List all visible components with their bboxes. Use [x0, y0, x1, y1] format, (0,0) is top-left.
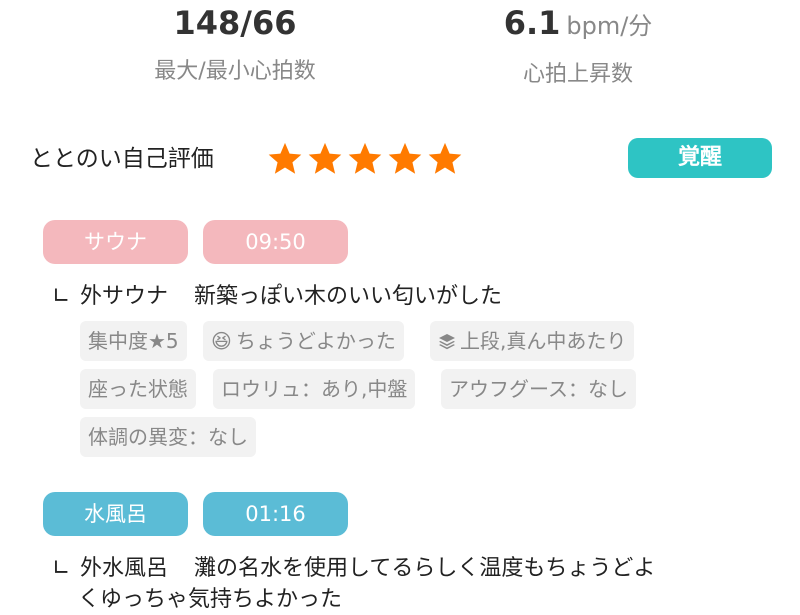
star-rating — [266, 140, 466, 178]
tag-condition: 体調の異変：なし — [80, 417, 256, 457]
heart-rate-rise-unit: bpm/分 — [566, 12, 653, 40]
sauna-description: 新築っぽい木のいい匂いがした — [194, 284, 503, 309]
sauna-time-pill: 09:50 — [203, 220, 348, 264]
tag-seat-position: 上段,真ん中あたり — [430, 321, 635, 361]
star-icon — [428, 142, 462, 174]
tag-temperature-feel: 😆 ちょうどよかった — [203, 321, 404, 361]
corner-arrow-icon: ∟ — [52, 556, 71, 581]
self-evaluation-row: ととのい自己評価 覚醒 — [30, 138, 772, 180]
tag-text: 上段,真ん中あたり — [460, 329, 627, 353]
water-bath-time-pill: 01:16 — [203, 492, 348, 536]
self-evaluation-label: ととのい自己評価 — [30, 146, 214, 172]
water-bath-category-pill: 水風呂 — [43, 492, 188, 536]
max-min-heart-rate-stat: 148/66 最大/最小心拍数 — [110, 3, 360, 87]
heart-rate-rise-stat: 6.1 bpm/分 心拍上昇数 — [448, 3, 708, 90]
stat-value: 148/66 — [110, 3, 360, 43]
layers-icon — [438, 321, 456, 361]
grinning-squint-face-icon: 😆 — [211, 329, 232, 353]
corner-arrow-icon: ∟ — [52, 284, 71, 309]
tag-text: ちょうどよかった — [235, 329, 396, 353]
tag-text: 体調の異変：なし — [88, 425, 248, 449]
stat-value: 6.1 bpm/分 — [448, 3, 708, 46]
heart-rate-rise-value: 6.1 — [503, 4, 561, 42]
tag-posture: 座った状態 — [80, 369, 196, 409]
max-min-heart-rate-value: 148/66 — [173, 4, 297, 42]
sauna-spot: 外サウナ — [80, 284, 169, 309]
water-bath-spot: 外水風呂 — [80, 556, 169, 581]
tag-text: ロウリュ：あり,中盤 — [221, 377, 408, 401]
tag-text: 座った状態 — [88, 377, 188, 401]
stat-label: 心拍上昇数 — [522, 62, 633, 87]
star-icon — [388, 142, 422, 174]
stat-label: 最大/最小心拍数 — [154, 59, 316, 84]
star-icon — [268, 142, 302, 174]
tag-text: 集中度★5 — [88, 329, 179, 353]
tag-aufguss: アウフグース：なし — [441, 369, 636, 409]
water-bath-description-continued: くゆっちゃ気持ちよかった — [78, 587, 343, 612]
tag-loyly: ロウリュ：あり,中盤 — [213, 369, 416, 409]
sauna-category-pill: サウナ — [43, 220, 188, 264]
tag-text: アウフグース：なし — [449, 377, 628, 401]
sauna-note: ∟ 外サウナ 新築っぽい木のいい匂いがした — [52, 282, 502, 312]
water-bath-note: ∟ 外水風呂 灘の名水を使用してるらしく温度もちょうどよ — [52, 554, 655, 584]
tag-concentration: 集中度★5 — [80, 321, 187, 361]
water-bath-description: 灘の名水を使用してるらしく温度もちょうどよ — [194, 556, 656, 581]
evaluation-badge: 覚醒 — [628, 138, 772, 178]
star-icon — [308, 142, 342, 174]
star-icon — [348, 142, 382, 174]
